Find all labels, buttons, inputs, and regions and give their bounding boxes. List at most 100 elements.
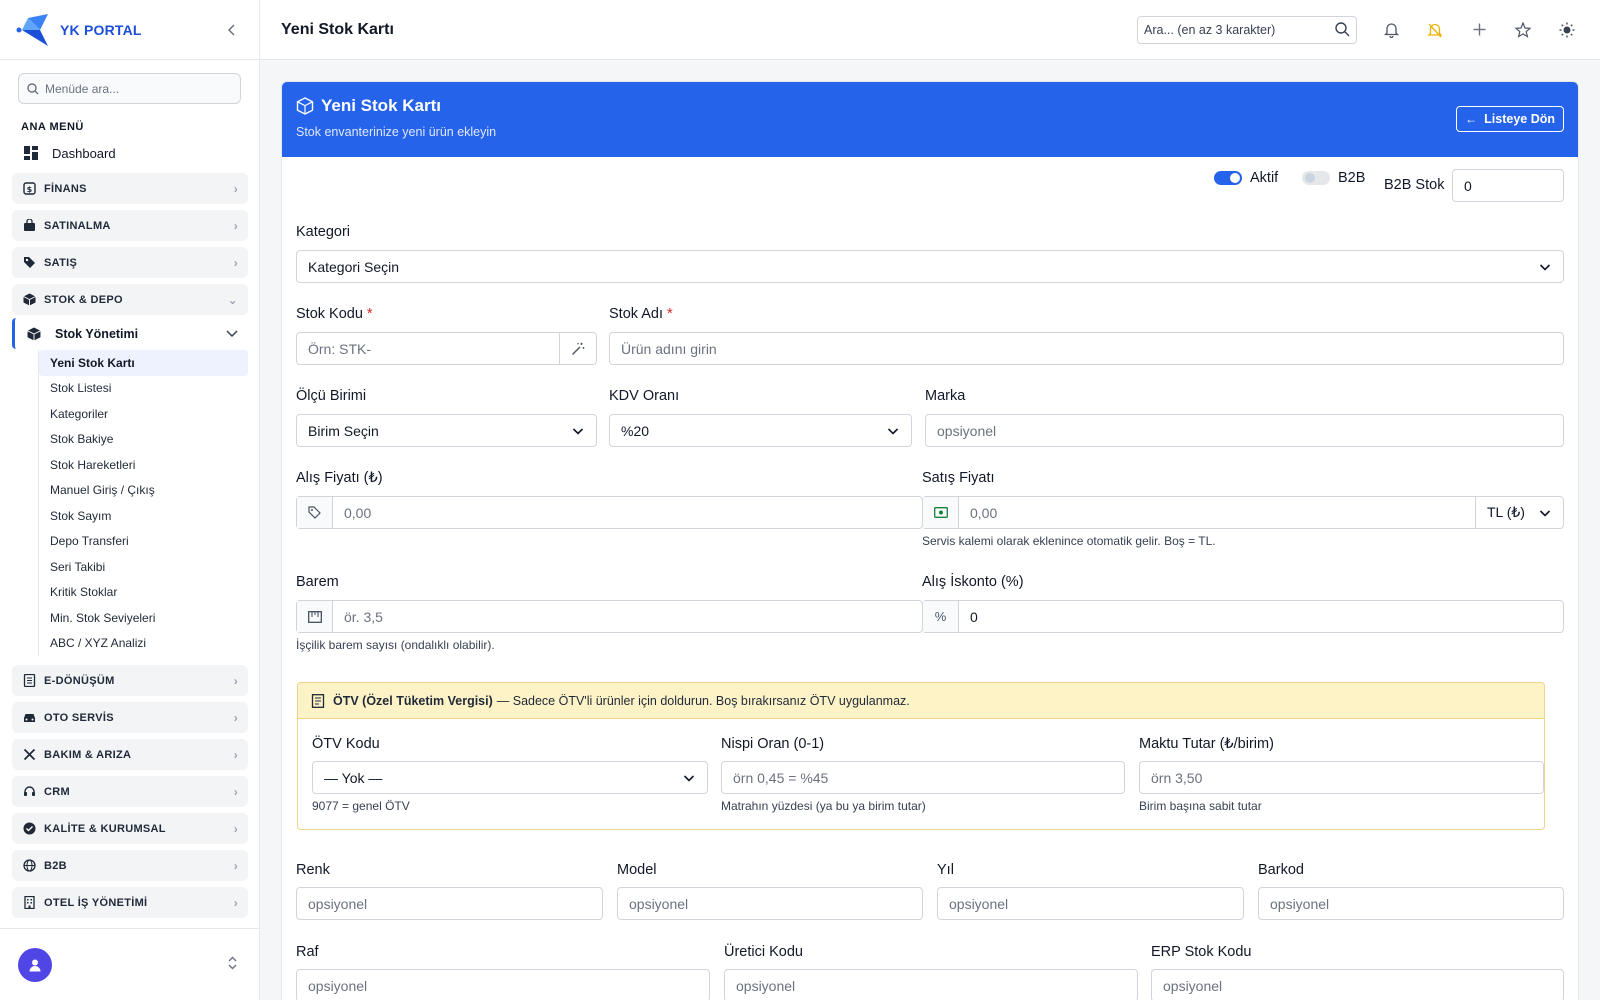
year-input[interactable]	[937, 887, 1244, 920]
erp-code-field[interactable]	[1152, 970, 1563, 1000]
chevron-right-icon: ›	[233, 673, 238, 688]
category-select[interactable]: Kategori Seçin	[296, 250, 1564, 283]
sidebar-group-satis[interactable]: SATIŞ ›	[12, 247, 248, 278]
chevron-right-icon: ›	[233, 218, 238, 233]
model-input[interactable]	[617, 887, 923, 920]
add-button[interactable]	[1467, 18, 1491, 42]
shelf-input[interactable]	[296, 969, 710, 1000]
mute-notifications-button[interactable]	[1423, 18, 1447, 42]
barcode-input[interactable]	[1258, 887, 1564, 920]
sidebar-group-satinalma[interactable]: SATINALMA ›	[12, 210, 248, 241]
sidebar-group-oto-servis[interactable]: OTO SERVİS ›	[12, 702, 248, 733]
submenu-item[interactable]: Stok Bakiye	[39, 427, 248, 453]
submenu-item[interactable]: Yeni Stok Kartı	[39, 350, 248, 376]
unit-select[interactable]: Birim Seçin	[296, 414, 597, 447]
submenu-item[interactable]: Stok Listesi	[39, 376, 248, 402]
stock-code-field[interactable]	[297, 333, 559, 364]
color-field[interactable]	[297, 888, 602, 919]
receipt-icon	[311, 693, 325, 708]
sidebar-group-kalite-kurumsal[interactable]: KALİTE & KURUMSAL ›	[12, 813, 248, 844]
chevron-down-icon	[1539, 263, 1551, 271]
sidebar-group-otel-is-yonetimi[interactable]: OTEL İŞ YÖNETİMİ ›	[12, 887, 248, 918]
brand-field[interactable]	[926, 415, 1563, 446]
sidebar-group-label: B2B	[44, 859, 67, 872]
barem-field[interactable]	[333, 601, 922, 632]
otv-ratio-input[interactable]	[721, 761, 1125, 794]
global-search[interactable]	[1137, 15, 1357, 44]
percent-addon: %	[923, 601, 959, 632]
barem-input[interactable]	[296, 600, 923, 633]
collapse-sidebar-button[interactable]	[221, 19, 243, 41]
submenu-item[interactable]: Kritik Stoklar	[39, 580, 248, 606]
category-label: Kategori	[296, 224, 351, 240]
submenu-item[interactable]: Min. Stok Seviyeleri	[39, 605, 248, 631]
submenu-item[interactable]: Depo Transferi	[39, 529, 248, 555]
b2b-switch[interactable]	[1302, 171, 1330, 185]
b2b-toggle[interactable]: B2B	[1302, 170, 1365, 186]
search-icon[interactable]	[1335, 22, 1350, 37]
global-search-input[interactable]	[1144, 22, 1335, 37]
menu-search[interactable]	[18, 73, 241, 104]
otv-code-select[interactable]: — Yok —	[312, 761, 708, 794]
sidebar-item-stok-yonetimi[interactable]: Stok Yönetimi	[12, 318, 248, 349]
stock-code-label: Stok Kodu *	[296, 306, 373, 322]
shelf-field[interactable]	[297, 970, 709, 1000]
buy-price-field[interactable]	[333, 497, 922, 528]
discount-label: Alış İskonto (%)	[922, 574, 1024, 590]
box-icon	[296, 97, 314, 115]
b2b-stock-input[interactable]	[1452, 169, 1564, 202]
chevron-right-icon: ›	[233, 858, 238, 873]
year-field[interactable]	[938, 888, 1243, 919]
discount-field[interactable]	[959, 601, 1563, 632]
notifications-button[interactable]	[1379, 18, 1403, 42]
money-addon	[923, 497, 959, 528]
currency-select[interactable]: TL (₺)	[1475, 497, 1563, 528]
manufacturer-code-input[interactable]	[724, 969, 1138, 1000]
brand-input[interactable]	[925, 414, 1564, 447]
discount-input[interactable]: %	[922, 600, 1564, 633]
sidebar-group-stok-depo[interactable]: STOK & DEPO ⌄	[12, 284, 248, 315]
otv-code-help: 9077 = genel ÖTV	[312, 799, 410, 813]
menu-search-input[interactable]	[45, 81, 225, 96]
submenu-item[interactable]: Manuel Giriş / Çıkış	[39, 478, 248, 504]
erp-code-input[interactable]	[1151, 969, 1564, 1000]
stock-name-input[interactable]	[609, 332, 1564, 365]
avatar[interactable]	[18, 947, 52, 982]
stock-code-input[interactable]	[296, 332, 597, 365]
chevron-right-icon: ›	[233, 784, 238, 799]
sidebar-group-bakim-ariza[interactable]: BAKIM & ARIZA ›	[12, 739, 248, 770]
otv-fixed-field[interactable]	[1140, 762, 1543, 793]
b2b-stock-field[interactable]	[1453, 170, 1563, 201]
sell-price-input[interactable]: TL (₺)	[922, 496, 1564, 529]
shelf-label: Raf	[296, 944, 319, 960]
submenu-item[interactable]: Stok Sayım	[39, 503, 248, 529]
submenu-item[interactable]: Stok Hareketleri	[39, 452, 248, 478]
generate-code-button[interactable]	[559, 333, 596, 364]
sell-price-field[interactable]	[959, 497, 1475, 528]
color-input[interactable]	[296, 887, 603, 920]
barcode-field[interactable]	[1259, 888, 1563, 919]
sidebar-item-dashboard[interactable]: Dashboard	[24, 139, 259, 167]
user-menu[interactable]	[0, 928, 259, 1000]
vat-select[interactable]: %20	[609, 414, 912, 447]
favorites-button[interactable]	[1511, 18, 1535, 42]
otv-ratio-field[interactable]	[722, 762, 1124, 793]
buy-price-input[interactable]	[296, 496, 923, 529]
otv-fixed-input[interactable]	[1139, 761, 1544, 794]
submenu-item[interactable]: ABC / XYZ Analizi	[39, 631, 248, 657]
stock-name-field[interactable]	[610, 333, 1563, 364]
sidebar-group-finans[interactable]: $ FİNANS ›	[12, 173, 248, 204]
active-switch[interactable]	[1214, 171, 1242, 185]
model-field[interactable]	[618, 888, 922, 919]
submenu-item[interactable]: Kategoriler	[39, 401, 248, 427]
chevron-up-down-icon[interactable]	[228, 956, 237, 973]
category-value: Kategori Seçin	[308, 258, 400, 275]
active-toggle[interactable]: Aktif	[1214, 170, 1278, 186]
submenu-item[interactable]: Seri Takibi	[39, 554, 248, 580]
sidebar-group-e-donusum[interactable]: E-DÖNÜŞÜM ›	[12, 665, 248, 696]
theme-toggle-button[interactable]	[1555, 18, 1579, 42]
back-to-list-button[interactable]: ← Listeye Dön	[1456, 106, 1564, 132]
sidebar-group-b2b[interactable]: B2B ›	[12, 850, 248, 881]
manufacturer-code-field[interactable]	[725, 970, 1137, 1000]
sidebar-group-crm[interactable]: CRM ›	[12, 776, 248, 807]
